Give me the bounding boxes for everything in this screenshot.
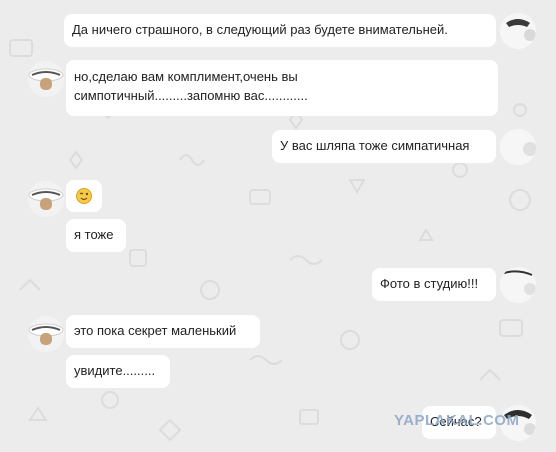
message-bubble-incoming: это пока секрет маленький: [66, 315, 260, 348]
message-text: У вас шляпа тоже симпатичная: [280, 138, 470, 153]
message-bubble-incoming: но,сделаю вам комплимент,очень вы симпот…: [66, 60, 498, 116]
message-text: я тоже: [74, 227, 114, 242]
avatar: [500, 13, 536, 49]
message-bubble-incoming: [66, 180, 102, 212]
avatar: [500, 129, 536, 165]
message-text: но,сделаю вам комплимент,очень вы: [74, 69, 298, 84]
message-bubble-outgoing: У вас шляпа тоже симпатичная: [272, 130, 496, 163]
site-watermark: YAPLAKAL.COM: [394, 412, 520, 429]
avatar: [28, 316, 64, 352]
winking-face-icon: [76, 188, 92, 204]
message-bubble-incoming: увидите.........: [66, 355, 170, 388]
avatar: [500, 267, 536, 303]
message-text: Фото в студию!!!: [380, 276, 479, 291]
message-text: симпотичный.........запомню вас.........…: [74, 88, 308, 103]
message-bubble-incoming: я тоже: [66, 219, 126, 252]
avatar: [28, 61, 64, 97]
message-bubble-outgoing: Да ничего страшного, в следующий раз буд…: [64, 14, 496, 47]
message-text: увидите.........: [74, 363, 156, 378]
message-text: это пока секрет маленький: [74, 323, 237, 338]
message-text: Да ничего страшного, в следующий раз буд…: [72, 22, 448, 37]
message-bubble-outgoing: Фото в студию!!!: [372, 268, 496, 301]
avatar: [28, 181, 64, 217]
